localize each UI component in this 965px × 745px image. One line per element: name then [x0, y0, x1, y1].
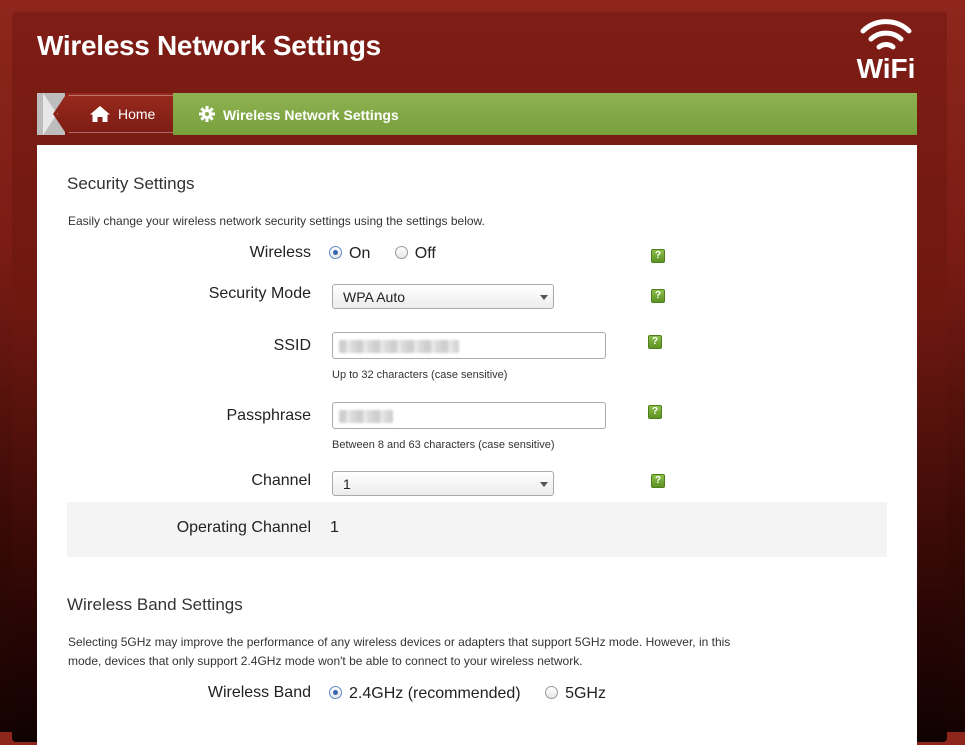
- operating-channel-value: 1: [330, 519, 339, 536]
- breadcrumb-current: Wireless Network Settings: [173, 93, 917, 135]
- home-icon: [90, 106, 110, 122]
- wireless-off-label: Off: [414, 245, 436, 262]
- gear-icon: [199, 106, 215, 122]
- operating-channel-label: Operating Channel: [176, 519, 311, 536]
- band-5ghz-option[interactable]: 5GHz: [545, 685, 606, 703]
- channel-label: Channel: [251, 472, 311, 489]
- breadcrumb: Home Wireless Network Settings: [37, 93, 917, 135]
- passphrase-label: Passphrase: [226, 407, 312, 424]
- channel-help-icon[interactable]: ?: [651, 474, 665, 488]
- security-settings-title: Security Settings: [67, 174, 195, 193]
- passphrase-help-icon[interactable]: ?: [648, 405, 662, 419]
- band-24ghz-label: 2.4GHz (recommended): [349, 685, 521, 702]
- ssid-label: SSID: [273, 337, 311, 354]
- band-24ghz-radio[interactable]: [329, 686, 342, 699]
- settings-panel: Security Settings Easily change your wir…: [37, 145, 917, 745]
- wireless-on-label: On: [349, 245, 371, 262]
- wireless-on-radio[interactable]: [329, 246, 342, 259]
- channel-select[interactable]: 1: [332, 471, 554, 496]
- wireless-off-radio[interactable]: [394, 246, 408, 259]
- wireless-on-option[interactable]: On: [329, 245, 370, 263]
- wireless-band-settings-title: Wireless Band Settings: [67, 595, 243, 614]
- chevron-down-icon: [540, 295, 548, 300]
- security-mode-select[interactable]: WPA Auto: [332, 284, 554, 309]
- ssid-help-icon[interactable]: ?: [648, 335, 662, 349]
- wireless-band-label: Wireless Band: [207, 684, 311, 701]
- wireless-radio-group: On Off: [329, 245, 436, 263]
- ssid-input[interactable]: [332, 332, 606, 359]
- wireless-band-description: Selecting 5GHz may improve the performan…: [68, 635, 731, 668]
- security-mode-value: WPA Auto: [343, 289, 405, 305]
- ssid-value-redacted: [339, 340, 459, 353]
- wireless-off-option[interactable]: Off: [394, 245, 436, 263]
- passphrase-input[interactable]: [332, 402, 606, 429]
- security-settings-description: Easily change your wireless network secu…: [68, 214, 485, 228]
- wireless-help-icon[interactable]: ?: [651, 249, 665, 263]
- ssid-hint: Up to 32 characters (case sensitive): [332, 369, 508, 381]
- wifi-logo: WiFi: [853, 15, 919, 84]
- breadcrumb-current-label: Wireless Network Settings: [223, 107, 399, 123]
- band-24ghz-option[interactable]: 2.4GHz (recommended): [329, 685, 521, 703]
- wireless-label: Wireless: [249, 244, 311, 261]
- page-title: Wireless Network Settings: [37, 30, 381, 61]
- passphrase-value-redacted: [339, 410, 393, 423]
- wifi-signal-icon: [860, 19, 912, 50]
- band-5ghz-label: 5GHz: [565, 685, 606, 702]
- breadcrumb-home-label: Home: [118, 106, 156, 122]
- security-mode-help-icon[interactable]: ?: [651, 289, 665, 303]
- channel-value: 1: [343, 476, 351, 492]
- passphrase-hint: Between 8 and 63 characters (case sensit…: [332, 439, 555, 451]
- wireless-band-radio-group: 2.4GHz (recommended) 5GHz: [329, 685, 606, 703]
- security-mode-label: Security Mode: [208, 285, 311, 302]
- band-5ghz-radio[interactable]: [545, 686, 559, 699]
- wifi-logo-text: WiFi: [856, 53, 916, 84]
- chevron-down-icon: [540, 482, 548, 487]
